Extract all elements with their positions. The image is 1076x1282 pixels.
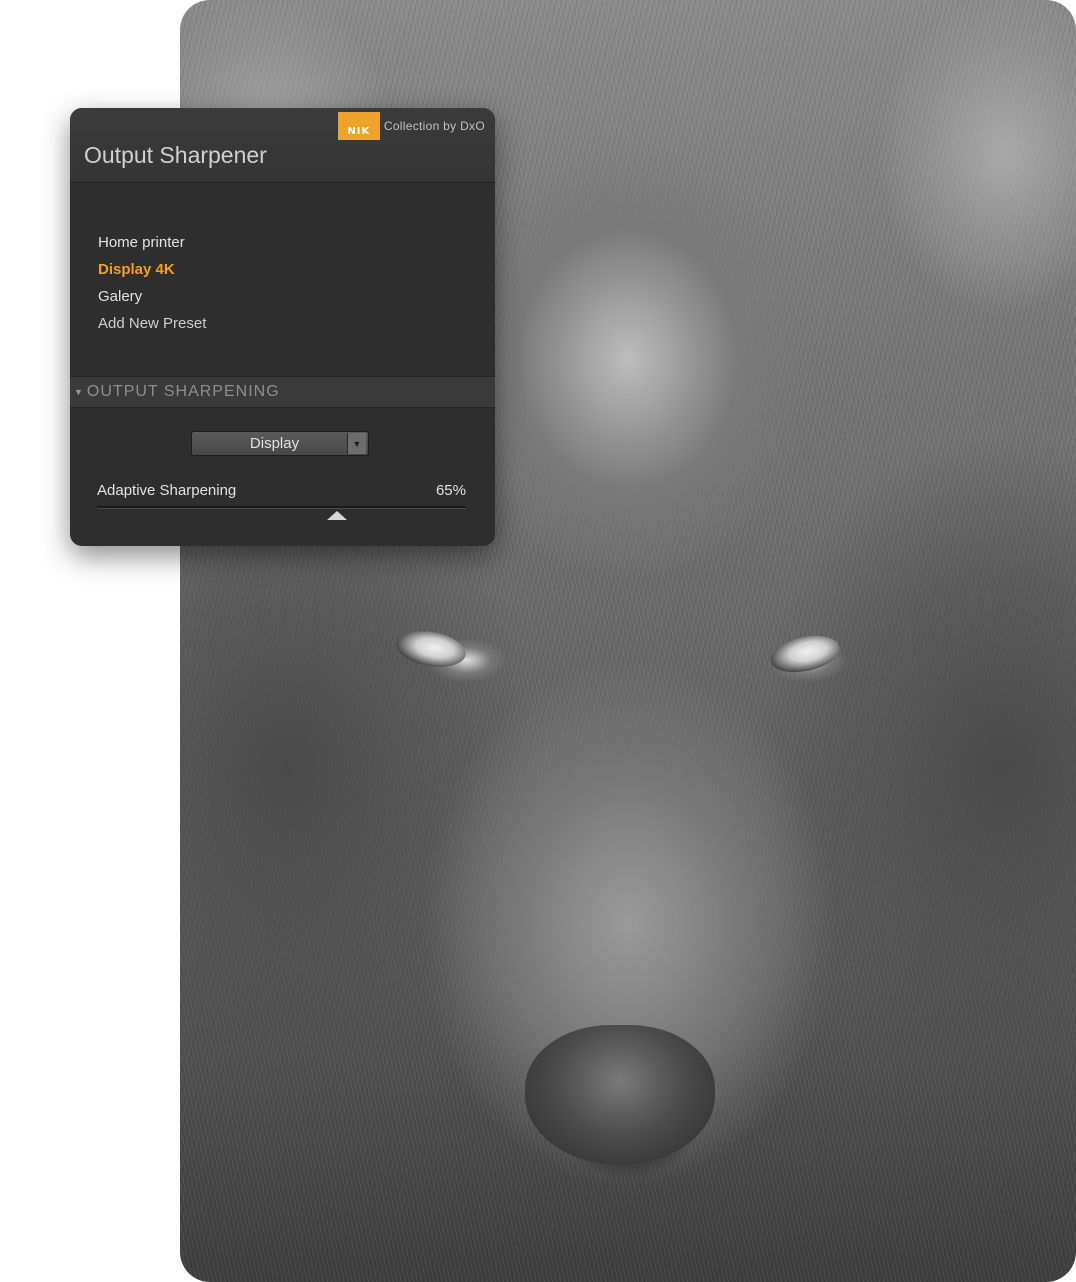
- output-type-dropdown[interactable]: Display ▼: [191, 431, 369, 456]
- adaptive-sharpening-value: 65%: [435, 482, 466, 499]
- adaptive-sharpening-slider-thumb[interactable]: [326, 511, 347, 520]
- triangle-down-icon: ▼: [74, 387, 83, 397]
- section-title: OUTPUT SHARPENING: [86, 383, 280, 400]
- nik-logo: NIK: [337, 112, 380, 140]
- panel-header: NIK Collection by DxO Output Sharpener: [70, 108, 495, 183]
- wolf-left-eye: [393, 626, 469, 672]
- brand: NIK Collection by DxO: [337, 112, 485, 140]
- dropdown-selected-value: Display: [249, 435, 300, 452]
- preset-list: Home printer Display 4K Galery Add New P…: [98, 234, 206, 342]
- preset-item-home-printer[interactable]: Home printer: [98, 234, 206, 261]
- output-sharpener-panel: NIK Collection by DxO Output Sharpener H…: [70, 108, 495, 546]
- adaptive-sharpening-slider-track[interactable]: [97, 506, 466, 509]
- add-new-preset-button[interactable]: Add New Preset: [98, 315, 206, 342]
- dropdown-arrow-icon: ▼: [347, 433, 366, 454]
- output-sharpening-section-header[interactable]: ▼ OUTPUT SHARPENING: [70, 376, 495, 408]
- wolf-right-eye: [767, 630, 843, 678]
- brand-text: Collection by DxO: [383, 119, 485, 133]
- preset-item-galery[interactable]: Galery: [98, 288, 206, 315]
- adaptive-sharpening-label: Adaptive Sharpening: [97, 482, 237, 499]
- panel-title: Output Sharpener: [84, 142, 267, 168]
- wolf-nose: [525, 1025, 715, 1165]
- preset-item-display-4k[interactable]: Display 4K: [98, 261, 206, 288]
